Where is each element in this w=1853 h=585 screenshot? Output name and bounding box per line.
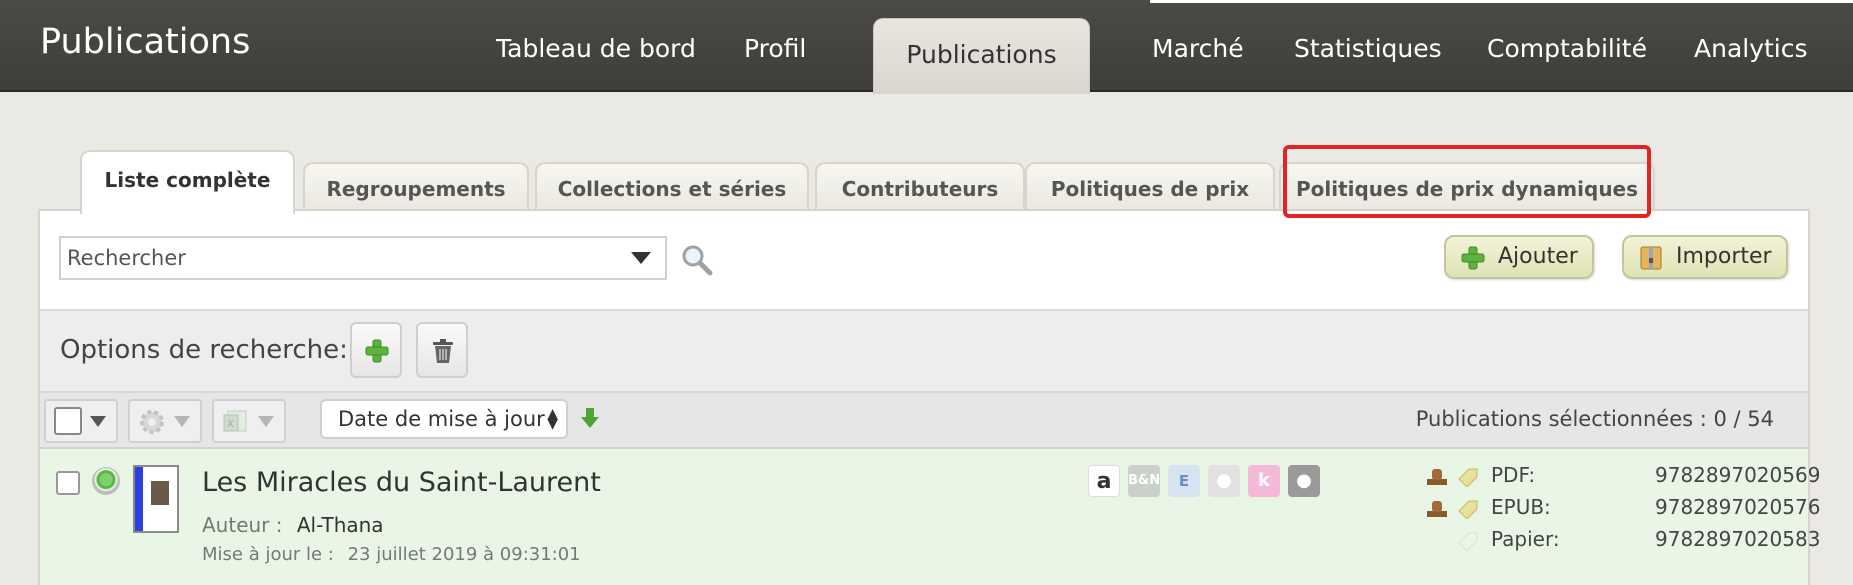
- select-all-dropdown[interactable]: [44, 399, 118, 443]
- nav-tab-marche[interactable]: Marché: [1152, 34, 1244, 63]
- sort-select-value: Date de mise à jour: [338, 407, 545, 431]
- format-label: PDF:: [1491, 463, 1536, 487]
- author-value: Al-Thana: [296, 513, 384, 537]
- chevron-down-icon[interactable]: [90, 416, 106, 427]
- excel-icon: X: [223, 410, 247, 432]
- format-row-epub: EPUB: 9782897020576: [1425, 495, 1820, 521]
- select-all-checkbox[interactable]: [54, 407, 82, 435]
- isbn-value: 9782897020583: [1655, 527, 1821, 551]
- import-button[interactable]: Importer: [1622, 235, 1788, 279]
- updown-icon: ▲ ▼: [547, 406, 558, 432]
- table-row[interactable]: Les Miracles du Saint-Laurent Auteur : A…: [40, 449, 1820, 585]
- add-criterion-button[interactable]: [350, 322, 402, 378]
- import-button-label: Importer: [1676, 244, 1772, 269]
- e-store-icon[interactable]: E: [1168, 465, 1200, 497]
- add-button[interactable]: Ajouter: [1444, 235, 1594, 279]
- author-line: Auteur : Al-Thana: [202, 513, 384, 537]
- subtab-politiques-de-prix[interactable]: Politiques de prix: [1025, 162, 1275, 212]
- chevron-down-icon[interactable]: [174, 416, 190, 427]
- nav-tab-profil[interactable]: Profil: [744, 34, 806, 63]
- status-online-icon: [92, 467, 120, 495]
- stamp-tag-icon[interactable]: [1425, 465, 1485, 487]
- list-toolbar: X Date de mise à jour ▲ ▼ Publications sé…: [40, 393, 1808, 449]
- gear-icon: [140, 410, 164, 434]
- subtabs-bar: Liste complète Regroupements Collections…: [0, 150, 1853, 214]
- isbn-value: 9782897020569: [1655, 463, 1821, 487]
- search-placeholder: Rechercher: [67, 246, 186, 270]
- sort-select[interactable]: Date de mise à jour ▲ ▼: [320, 399, 568, 439]
- search-icon[interactable]: [680, 243, 714, 277]
- chevron-down-icon[interactable]: [631, 252, 651, 264]
- search-row: Rechercher Ajouter Importer: [40, 211, 1808, 311]
- tag-icon[interactable]: [1425, 529, 1485, 551]
- sort-descending-icon[interactable]: [580, 406, 600, 430]
- row-checkbox[interactable]: [56, 471, 80, 495]
- main-panel: Rechercher Ajouter Importer Options de r…: [38, 209, 1820, 585]
- selected-count: Publications sélectionnées : 0 / 54: [1415, 407, 1774, 431]
- book-cover-thumbnail[interactable]: [133, 465, 179, 533]
- chevron-down-icon[interactable]: [258, 416, 274, 427]
- updated-value: 23 juillet 2019 à 09:31:01: [347, 544, 581, 565]
- search-input[interactable]: Rechercher: [59, 236, 667, 280]
- search-options-row: Options de recherche:: [40, 311, 1808, 393]
- nav-tab-publications[interactable]: Publications: [873, 18, 1090, 94]
- nav-tab-tableau-de-bord[interactable]: Tableau de bord: [496, 34, 696, 63]
- nav-tab-statistiques[interactable]: Statistiques: [1294, 34, 1442, 63]
- kobo-icon[interactable]: k: [1248, 465, 1280, 497]
- stamp-tag-icon[interactable]: [1425, 497, 1485, 519]
- updated-line: Mise à jour le : 23 juillet 2019 à 09:31…: [202, 544, 581, 565]
- format-row-papier: Papier: 9782897020583: [1425, 527, 1820, 553]
- format-label: Papier:: [1491, 527, 1560, 551]
- add-button-label: Ajouter: [1498, 244, 1578, 269]
- subtab-regroupements[interactable]: Regroupements: [303, 162, 529, 212]
- actions-dropdown[interactable]: [128, 399, 202, 443]
- top-strip: [1150, 0, 1853, 3]
- delete-criteria-button[interactable]: [416, 322, 468, 378]
- svg-text:X: X: [227, 419, 234, 430]
- isbn-value: 9782897020576: [1655, 495, 1821, 519]
- nav-tab-comptabilite[interactable]: Comptabilité: [1487, 34, 1647, 63]
- apple-icon[interactable]: ●: [1208, 465, 1240, 497]
- amazon-icon[interactable]: a: [1088, 465, 1120, 497]
- author-label: Auteur :: [202, 513, 283, 537]
- app-title: Publications: [40, 22, 251, 62]
- subtab-politiques-de-prix-dynamiques[interactable]: Politiques de prix dynamiques: [1279, 162, 1655, 212]
- search-options-label: Options de recherche:: [60, 335, 348, 365]
- plus-icon: [365, 339, 389, 363]
- plus-icon: [1461, 246, 1485, 270]
- subtab-collections-series[interactable]: Collections et séries: [535, 162, 809, 212]
- archive-icon: [1640, 246, 1662, 270]
- apple-books-icon[interactable]: ●: [1288, 465, 1320, 497]
- barnes-noble-icon[interactable]: B&N: [1128, 465, 1160, 497]
- nav-tab-analytics[interactable]: Analytics: [1694, 34, 1808, 63]
- format-label: EPUB:: [1491, 495, 1551, 519]
- publication-title[interactable]: Les Miracles du Saint-Laurent: [202, 467, 601, 498]
- export-dropdown[interactable]: X: [212, 399, 286, 443]
- updated-label: Mise à jour le :: [202, 544, 334, 565]
- subtab-contributeurs[interactable]: Contributeurs: [815, 162, 1025, 212]
- trash-icon: [433, 339, 453, 363]
- top-nav-bar: Publications Tableau de bord Profil Publ…: [0, 0, 1853, 94]
- format-row-pdf: PDF: 9782897020569: [1425, 463, 1820, 489]
- subtab-liste-complete[interactable]: Liste complète: [80, 150, 295, 214]
